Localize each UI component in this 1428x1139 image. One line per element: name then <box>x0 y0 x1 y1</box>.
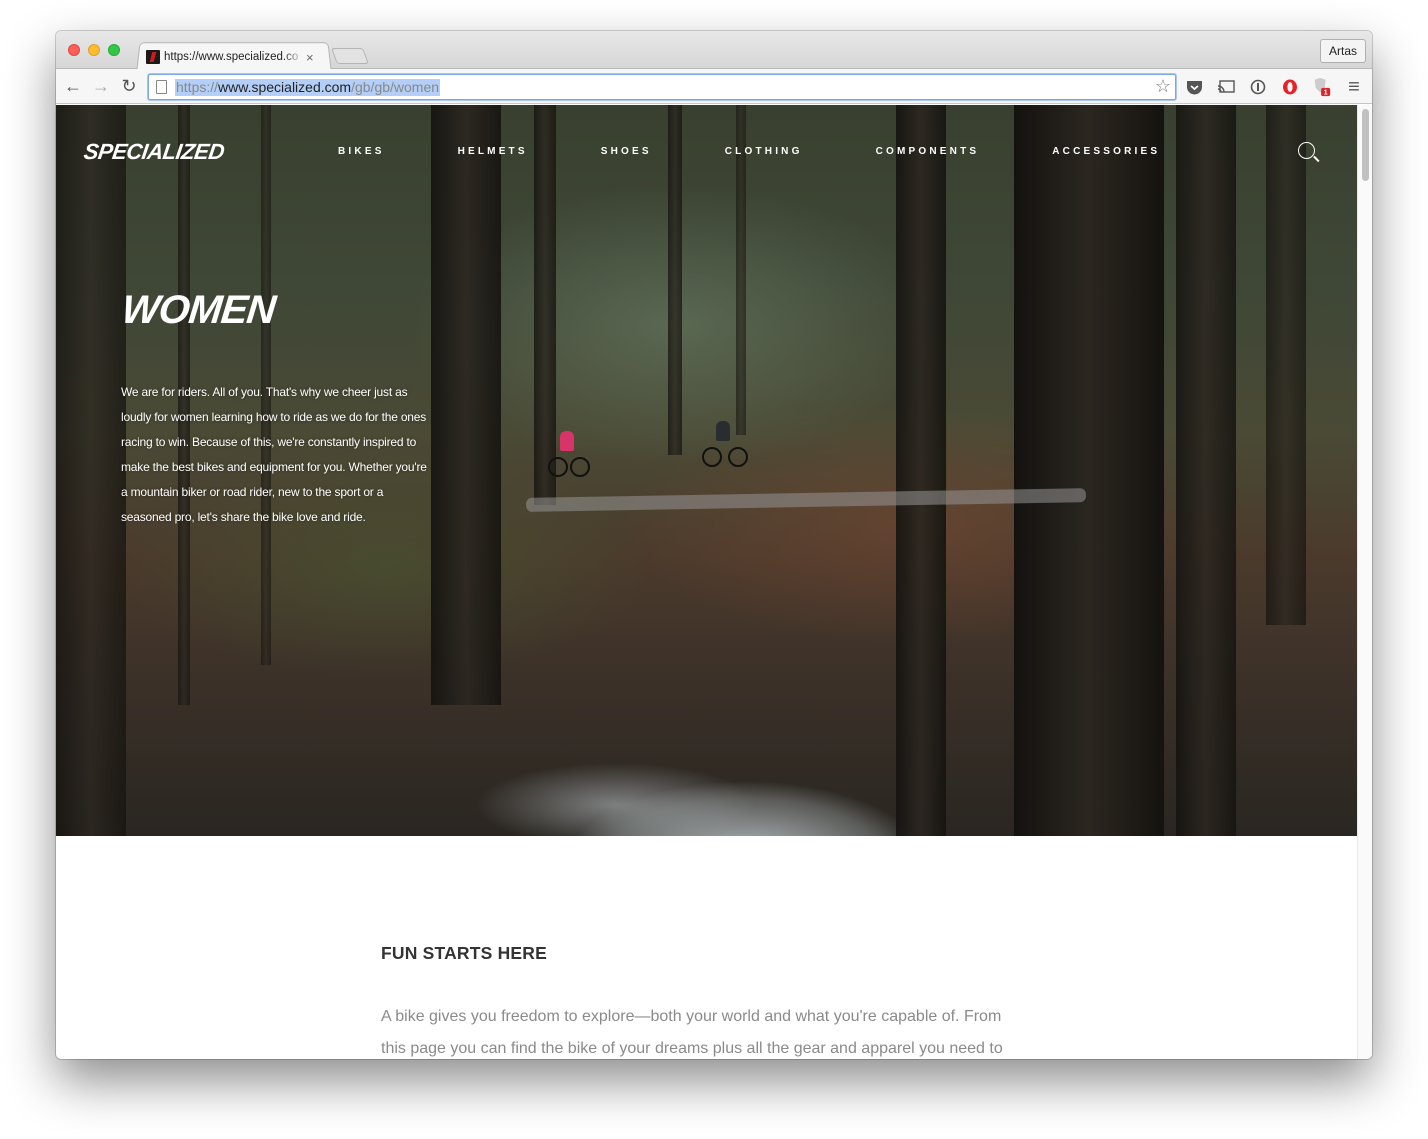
tree-trunk <box>668 105 682 455</box>
new-tab-button[interactable] <box>331 48 369 64</box>
info-extension-icon[interactable] <box>1248 77 1268 97</box>
tree-trunk <box>1266 105 1306 625</box>
close-window-button[interactable] <box>68 44 80 56</box>
section-title: FUN STARTS HERE <box>381 943 548 963</box>
zoom-window-button[interactable] <box>108 44 120 56</box>
hero-line: seasoned pro, let's share the bike love … <box>121 510 366 524</box>
rider-pink <box>548 427 590 477</box>
vertical-scrollbar[interactable] <box>1357 105 1372 1059</box>
reload-icon[interactable]: ↻ <box>118 75 140 97</box>
nav-item-helmets[interactable]: HELMETS <box>458 146 528 157</box>
nav-item-accessories[interactable]: ACCESSORIES <box>1052 146 1160 157</box>
hero-title: WOMEN <box>119 288 278 332</box>
hero-description: We are for riders. All of you. That's wh… <box>121 380 451 530</box>
cast-icon[interactable] <box>1216 77 1236 97</box>
browser-window: https://www.specialized.co × Artas ← → ↻… <box>56 31 1372 1059</box>
specialized-favicon-icon <box>146 50 160 64</box>
main-nav: BIKES HELMETS SHOES CLOTHING COMPONENTS … <box>338 146 1233 157</box>
url-host: www.specialized.com <box>218 79 352 95</box>
nav-item-components[interactable]: COMPONENTS <box>876 146 980 157</box>
url-text[interactable]: https://www.specialized.com/gb/gb/women <box>175 79 441 96</box>
back-arrow-icon[interactable]: ← <box>62 75 84 97</box>
svg-text:1: 1 <box>1324 88 1328 97</box>
url-path: /gb/gb/women <box>351 79 440 95</box>
nav-item-shoes[interactable]: SHOES <box>601 146 652 157</box>
pocket-icon[interactable] <box>1184 77 1204 97</box>
scrollbar-thumb[interactable] <box>1362 109 1369 181</box>
browser-toolbar: ← → ↻ https://www.specialized.com/gb/gb/… <box>56 69 1372 104</box>
menu-icon[interactable]: ≡ <box>1344 76 1364 98</box>
hero-line: loudly for women learning how to ride as… <box>121 410 427 424</box>
tree-trunk <box>1176 105 1236 836</box>
forward-arrow-icon[interactable]: → <box>90 75 112 97</box>
nav-item-bikes[interactable]: BIKES <box>338 146 385 157</box>
tree-trunk <box>1014 105 1164 836</box>
hero-banner: SPECIALIZED BIKES HELMETS SHOES CLOTHING… <box>56 105 1357 836</box>
hero-line: make the best bikes and equipment for yo… <box>121 460 427 474</box>
bookmark-star-icon[interactable]: ☆ <box>1155 76 1171 97</box>
section-body: A bike gives you freedom to explore—both… <box>381 1001 1021 1059</box>
forest-road <box>525 488 1087 512</box>
section-line: A bike gives you freedom to explore—both… <box>381 1008 1002 1025</box>
hero-line: a mountain biker or road rider, new to t… <box>121 485 384 499</box>
tab-strip: https://www.specialized.co × Artas <box>56 31 1372 71</box>
rider-dark <box>702 417 748 467</box>
section-line: this page you can find the bike of your … <box>381 1040 1003 1057</box>
tree-trunk <box>896 105 946 836</box>
active-tab-content[interactable]: https://www.specialized.co × <box>144 44 324 70</box>
address-bar[interactable]: https://www.specialized.com/gb/gb/women … <box>148 74 1176 100</box>
specialized-logo[interactable]: SPECIALIZED <box>82 139 225 165</box>
minimize-window-button[interactable] <box>88 44 100 56</box>
hero-line: We are for riders. All of you. That's wh… <box>121 385 408 399</box>
page-viewport: SPECIALIZED BIKES HELMETS SHOES CLOTHING… <box>56 105 1357 1059</box>
tree-trunk <box>56 105 126 836</box>
tab-title: https://www.specialized.co <box>164 51 299 63</box>
page-icon <box>156 80 167 94</box>
shield-extension-icon[interactable]: 1 <box>1312 77 1332 97</box>
tab-close-icon[interactable]: × <box>306 50 314 65</box>
search-icon[interactable] <box>1298 142 1320 164</box>
profile-button[interactable]: Artas <box>1319 39 1366 63</box>
opera-icon[interactable] <box>1280 77 1300 97</box>
url-scheme: https:// <box>176 79 219 95</box>
nav-item-clothing[interactable]: CLOTHING <box>725 146 803 157</box>
hero-line: racing to win. Because of this, we're co… <box>121 435 417 449</box>
